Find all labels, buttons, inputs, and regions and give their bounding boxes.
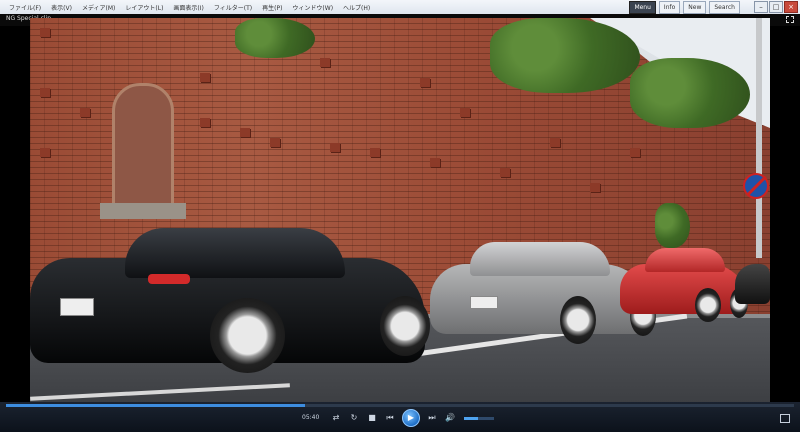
- wall-stud: [420, 78, 430, 87]
- stop-icon[interactable]: ■: [366, 413, 378, 423]
- dark-car: [735, 256, 770, 311]
- volume-icon[interactable]: 🔊: [444, 413, 456, 423]
- menu-display[interactable]: 画面表示(I): [168, 1, 208, 14]
- repeat-icon[interactable]: ↻: [348, 413, 360, 423]
- car-wheel: [210, 298, 285, 373]
- wall-stud: [500, 168, 510, 177]
- elapsed-time: 05:40: [302, 414, 320, 421]
- search-button[interactable]: Search: [709, 1, 740, 14]
- wall-stud: [550, 138, 560, 147]
- menu-filter[interactable]: フィルター(T): [209, 1, 257, 14]
- wall-stud: [40, 88, 50, 97]
- menu-right-2[interactable]: Info: [658, 1, 681, 14]
- menu-play[interactable]: 再生(P): [257, 1, 287, 14]
- wall-stud: [200, 73, 210, 82]
- wall-stud: [630, 148, 640, 157]
- wall-stud: [430, 158, 440, 167]
- ivy-patch: [655, 203, 690, 248]
- red-car: [620, 246, 750, 326]
- menu-bar: ファイル(F) 表示(V) メディア(M) レイアウト(L) 画面表示(I) フ…: [0, 0, 800, 15]
- seek-bar[interactable]: [6, 404, 794, 407]
- wall-stud: [200, 118, 210, 127]
- menu-view[interactable]: 表示(V): [46, 1, 77, 14]
- menu-right-1[interactable]: Menu: [629, 1, 656, 14]
- ivy-patch: [235, 18, 315, 58]
- wall-stud: [270, 138, 280, 147]
- play-icon[interactable]: ▶: [402, 409, 420, 427]
- car-wheel: [560, 296, 596, 344]
- volume-level: [464, 416, 478, 420]
- license-plate: [470, 296, 498, 309]
- ivy-patch: [490, 18, 640, 93]
- volume-slider[interactable]: [464, 416, 494, 420]
- car-wheel: [380, 296, 430, 356]
- license-plate: [60, 298, 94, 316]
- window-controls: – □ ×: [754, 1, 798, 13]
- next-icon[interactable]: ⏭: [426, 413, 438, 423]
- wall-stud: [240, 128, 250, 137]
- close-icon[interactable]: ×: [784, 1, 798, 13]
- arched-window: [112, 83, 174, 209]
- menu-layout[interactable]: レイアウト(L): [120, 1, 168, 14]
- wall-stud: [460, 108, 470, 117]
- wall-stud: [80, 108, 90, 117]
- menu-media[interactable]: メディア(M): [77, 1, 120, 14]
- menu-items: ファイル(F) 表示(V) メディア(M) レイアウト(L) 画面表示(I) フ…: [4, 1, 375, 14]
- video-frame[interactable]: [30, 18, 770, 402]
- menu-file[interactable]: ファイル(F): [4, 1, 46, 14]
- seek-progress: [6, 404, 306, 407]
- wall-stud: [40, 148, 50, 157]
- no-parking-sign-icon: [743, 173, 769, 199]
- wall-stud: [320, 58, 330, 67]
- shuffle-icon[interactable]: ⇄: [330, 413, 342, 423]
- control-buttons: ⇄ ↻ ■ ⏮ ▶ ⏭ 🔊: [330, 409, 494, 427]
- utility-pole: [756, 18, 762, 258]
- wall-stud: [40, 28, 50, 37]
- car-wheel: [695, 288, 721, 322]
- menu-help[interactable]: ヘルプ(H): [338, 1, 375, 14]
- window-sill: [100, 203, 186, 219]
- wall-stud: [330, 143, 340, 152]
- menu-window[interactable]: ウィンドウ(W): [287, 1, 338, 14]
- menu-right: Menu Info New Search: [629, 1, 740, 14]
- wall-stud: [590, 183, 600, 192]
- ivy-patch: [630, 58, 750, 128]
- maximize-icon[interactable]: □: [769, 1, 783, 13]
- fullscreen-icon[interactable]: [786, 16, 794, 23]
- menu-right-3[interactable]: New: [683, 1, 707, 14]
- black-car: [30, 218, 430, 378]
- wall-stud: [370, 148, 380, 157]
- tail-light: [148, 274, 190, 284]
- switch-view-icon[interactable]: [780, 414, 790, 423]
- previous-icon[interactable]: ⏮: [384, 413, 396, 423]
- minimize-icon[interactable]: –: [754, 1, 768, 13]
